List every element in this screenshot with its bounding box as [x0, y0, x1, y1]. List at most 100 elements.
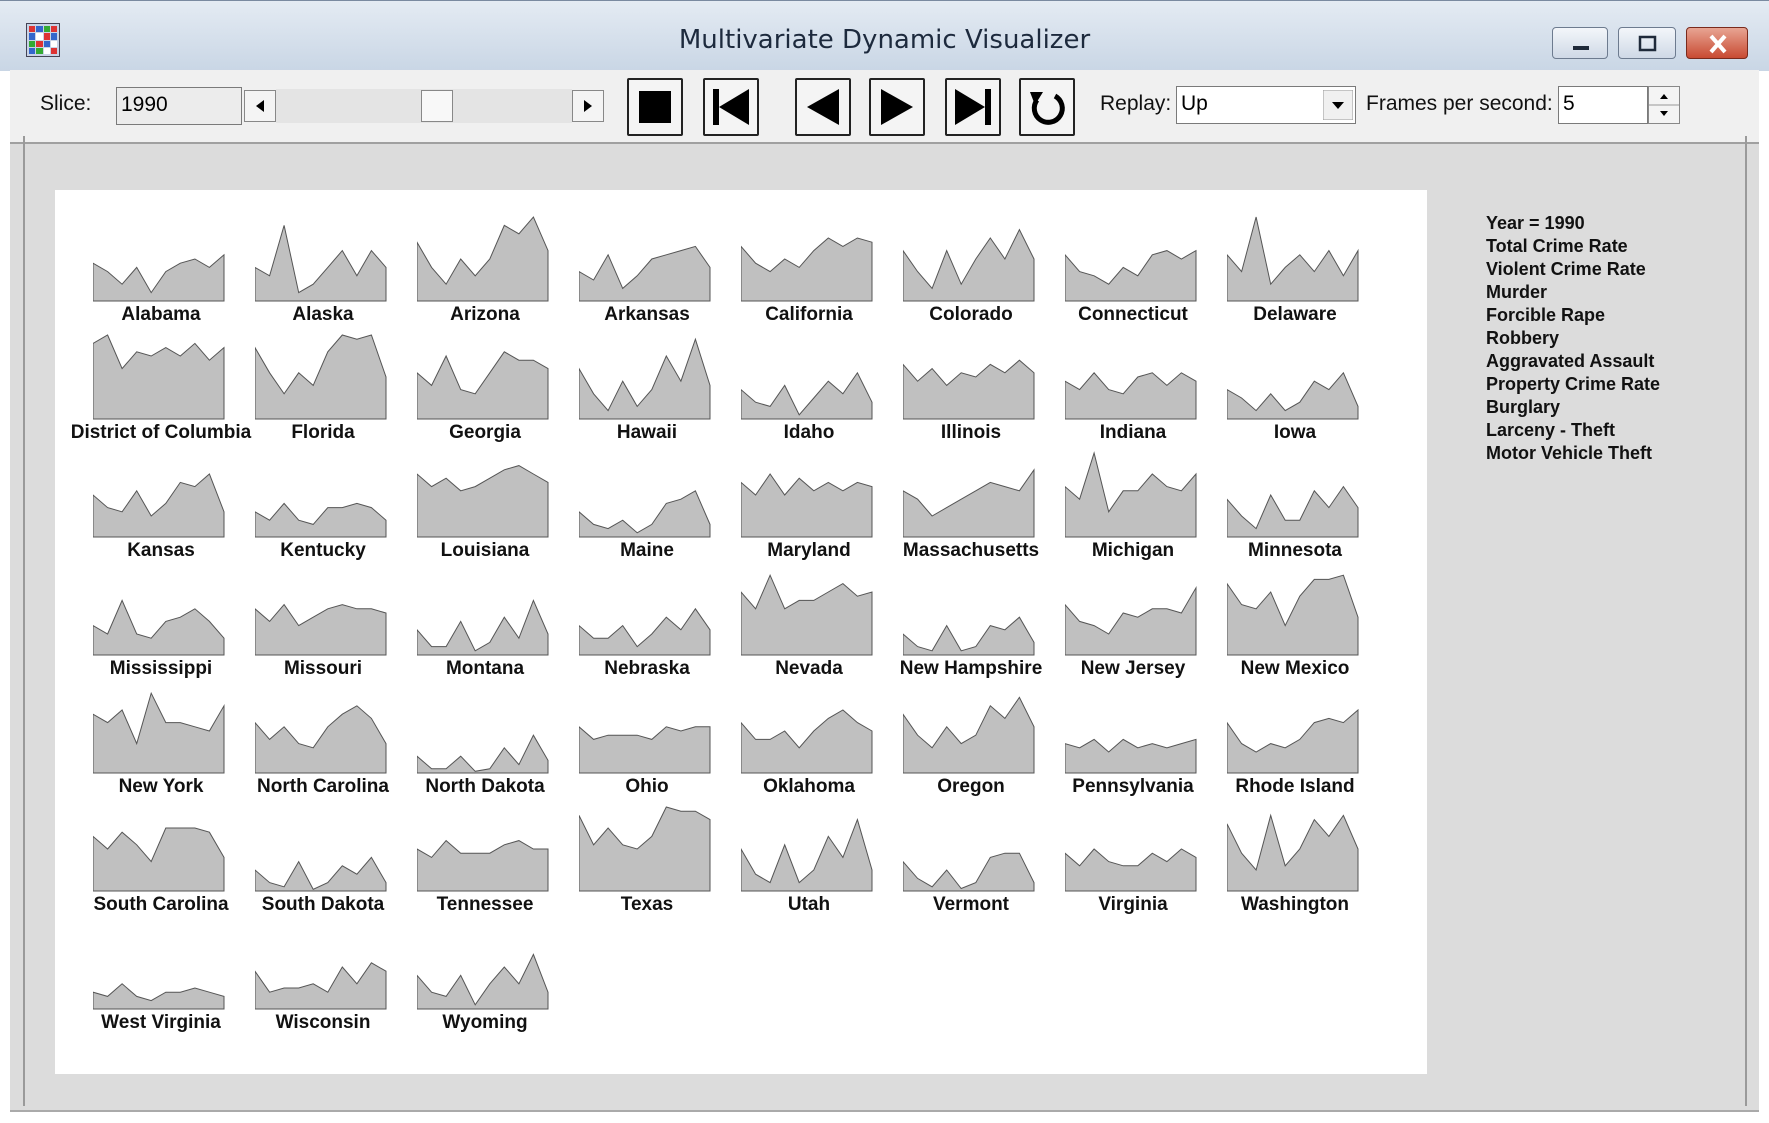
- minimize-icon: [1573, 46, 1589, 50]
- profile-area: [93, 334, 225, 420]
- profile-area: [579, 806, 711, 892]
- state-name-label: Wyoming: [442, 1012, 528, 1033]
- profile-chart: [741, 237, 873, 302]
- state-profile: Washington: [1197, 802, 1393, 918]
- profile-chart: [579, 806, 711, 892]
- replay-button[interactable]: [1019, 78, 1075, 136]
- slider-thumb[interactable]: [421, 90, 453, 122]
- profile-chart: [741, 818, 873, 892]
- state-profile: Wyoming: [387, 920, 583, 1036]
- legend-year: Year = 1990: [1486, 213, 1585, 233]
- profile-chart: [93, 691, 225, 774]
- profile-area: [1227, 216, 1359, 302]
- step-back-icon: [807, 89, 839, 125]
- profile-area: [741, 237, 873, 302]
- profile-area: [579, 245, 711, 302]
- state-profile: New Mexico: [1197, 566, 1393, 682]
- legend-variable: Total Crime Rate: [1486, 236, 1628, 256]
- profile-area: [741, 709, 873, 774]
- profile-chart: [93, 599, 225, 656]
- profile-area: [903, 852, 1035, 892]
- state-name-label: New Mexico: [1240, 658, 1350, 679]
- state-name-label: Rhode Island: [1235, 776, 1355, 797]
- replay-select[interactable]: Up: [1176, 86, 1356, 124]
- play-button[interactable]: [869, 78, 925, 136]
- profile-area: [903, 696, 1035, 774]
- profile-chart: [1227, 485, 1359, 538]
- chevron-down-icon[interactable]: [1323, 90, 1353, 120]
- profile-area: [93, 691, 225, 774]
- profile-area: [93, 473, 225, 538]
- profile-chart: [903, 696, 1035, 774]
- replay-label: Replay:: [1100, 92, 1172, 115]
- profile-chart: [1227, 371, 1359, 420]
- profile-chart: [903, 228, 1035, 302]
- maximize-button[interactable]: [1618, 27, 1676, 59]
- slice-field[interactable]: 1990: [116, 87, 242, 125]
- profile-area: [1227, 813, 1359, 892]
- profile-area: [1227, 574, 1359, 656]
- profile-chart: [1065, 738, 1197, 774]
- profile-chart: [417, 599, 549, 656]
- profile-area: [1065, 848, 1197, 892]
- profile-chart: [93, 334, 225, 420]
- profile-chart: [417, 953, 549, 1010]
- profile-area: [93, 253, 225, 302]
- state-name-label: Delaware: [1253, 304, 1337, 325]
- fps-spinner[interactable]: [1648, 86, 1680, 124]
- close-icon: [1709, 34, 1727, 54]
- slider-right-button[interactable]: [572, 90, 604, 122]
- profile-chart: [417, 734, 549, 774]
- profile-area: [417, 216, 549, 302]
- previous-frame-button[interactable]: [795, 78, 851, 136]
- legend-variable: Aggravated Assault: [1486, 351, 1655, 371]
- skip-to-end-icon: [955, 89, 991, 125]
- slice-label: Slice:: [40, 92, 92, 115]
- fps-label: Frames per second:: [1366, 92, 1553, 115]
- slider-left-button[interactable]: [244, 90, 276, 122]
- profile-area: [255, 962, 387, 1010]
- close-button[interactable]: [1686, 27, 1748, 59]
- profile-area: [741, 818, 873, 892]
- profile-area: [255, 705, 387, 774]
- replay-select-value: Up: [1181, 92, 1208, 115]
- profile-area: [417, 953, 549, 1010]
- profile-area: [1227, 371, 1359, 420]
- profile-chart: [1065, 249, 1197, 302]
- profile-chart: [741, 473, 873, 538]
- last-frame-button[interactable]: [945, 78, 1001, 136]
- profile-area: [1065, 451, 1197, 538]
- variable-legend: Year = 1990 Total Crime Rate Violent Crime…: [1486, 212, 1660, 465]
- slice-slider[interactable]: [276, 89, 572, 123]
- replay-icon: [1030, 92, 1065, 125]
- profile-area: [255, 856, 387, 892]
- profile-chart: [255, 502, 387, 538]
- fps-field[interactable]: 5: [1558, 86, 1648, 124]
- profile-chart: [579, 607, 711, 656]
- legend-variable: Motor Vehicle Theft: [1486, 443, 1653, 463]
- profile-area: [1227, 708, 1359, 774]
- profile-chart: [255, 603, 387, 656]
- profile-chart: [903, 359, 1035, 420]
- profile-chart: [93, 253, 225, 302]
- profile-area: [417, 839, 549, 892]
- play-icon: [881, 89, 913, 125]
- profile-area: [93, 827, 225, 892]
- profile-area: [93, 599, 225, 656]
- toolbar: Slice: 1990 Replay: Up Frames per second…: [10, 70, 1759, 144]
- profile-area: [741, 573, 873, 656]
- legend-variable: Robbery: [1486, 328, 1560, 348]
- profile-area: [903, 468, 1035, 538]
- profile-area: [579, 337, 711, 420]
- legend-variable: Forcible Rape: [1486, 305, 1606, 325]
- profile-area: [1065, 738, 1197, 774]
- stop-button[interactable]: [627, 78, 683, 136]
- profile-chart: [255, 856, 387, 892]
- profile-chart: [417, 216, 549, 302]
- profile-chart: [579, 337, 711, 420]
- small-multiples-plot: Alabama Alaska Arizona Arkansas California Co…: [55, 190, 1427, 1074]
- profile-area: [93, 983, 225, 1010]
- profile-chart: [1227, 813, 1359, 892]
- first-frame-button[interactable]: [703, 78, 759, 136]
- minimize-button[interactable]: [1552, 27, 1608, 59]
